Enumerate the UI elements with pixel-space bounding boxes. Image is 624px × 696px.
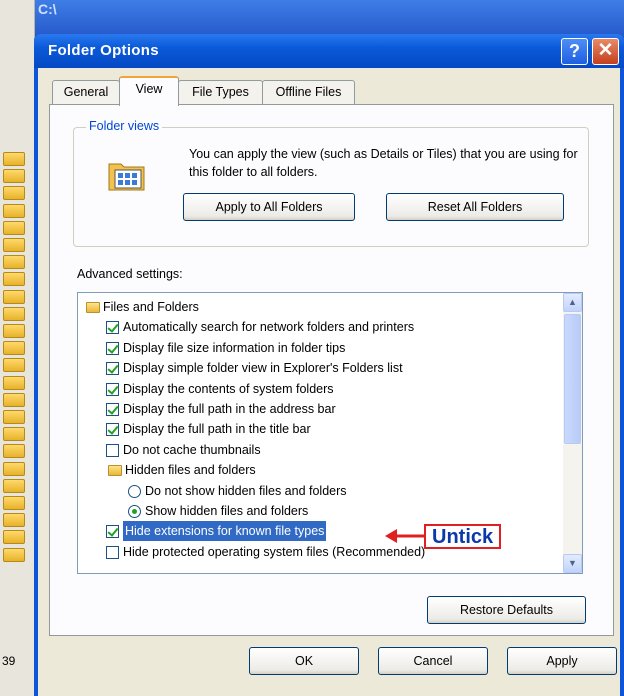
- help-button[interactable]: ?: [561, 38, 588, 65]
- radio-button[interactable]: [128, 505, 141, 518]
- checkbox[interactable]: [106, 362, 119, 376]
- background-folder-icon: [3, 238, 25, 252]
- list-item-label: Hide protected operating system files (R…: [123, 544, 426, 559]
- checkbox[interactable]: [106, 321, 119, 335]
- background-folder-icon: [3, 392, 25, 407]
- tab-view[interactable]: View: [119, 76, 179, 106]
- checkbox[interactable]: [106, 545, 119, 559]
- background-folder-icon: [3, 272, 25, 287]
- background-status-number: 39: [2, 654, 16, 668]
- list-item-label: Display file size information in folder …: [123, 340, 346, 355]
- background-folder-icon: [3, 427, 25, 442]
- background-folder-icon: [3, 324, 25, 338]
- background-window-title: C:\: [38, 1, 57, 17]
- folder-icon: [86, 302, 100, 313]
- cancel-button[interactable]: Cancel: [378, 647, 488, 675]
- tab-file-types[interactable]: File Types: [178, 80, 263, 104]
- apply-to-all-folders-button[interactable]: Apply to All Folders: [183, 193, 355, 221]
- radio-button[interactable]: [128, 484, 141, 498]
- checkbox[interactable]: [106, 341, 119, 355]
- background-folder-icon: [3, 289, 25, 304]
- list-item-label: Display simple folder view in Explorer's…: [123, 361, 403, 376]
- background-folder-icon: [3, 478, 25, 493]
- background-folder-icon: [3, 410, 25, 424]
- list-item-label: Do not cache thumbnails: [123, 442, 261, 457]
- background-folder-icon: [3, 169, 25, 184]
- list-item-label: Hide extensions for known file types: [123, 521, 327, 542]
- background-folder-icon: [3, 220, 25, 235]
- reset-all-folders-button[interactable]: Reset All Folders: [386, 193, 564, 221]
- background-folder-icon: [3, 513, 25, 528]
- checkbox[interactable]: [106, 443, 119, 457]
- background-folder-icon: [3, 496, 25, 510]
- tab-general[interactable]: General: [52, 80, 120, 104]
- list-item-label: Display the full path in the address bar: [123, 402, 336, 416]
- background-folder-icon: [3, 461, 25, 476]
- scrollbar-thumb[interactable]: [564, 314, 581, 444]
- scroll-down-icon[interactable]: ▼: [563, 554, 582, 573]
- checkbox[interactable]: [106, 525, 119, 539]
- background-folder-icon: [3, 186, 25, 201]
- annotation-untick-label: Untick: [424, 524, 502, 549]
- list-item-label: Do not show hidden files and folders: [145, 483, 347, 498]
- list-item-label: Display the full path in the title bar: [123, 422, 311, 437]
- advanced-settings-list[interactable]: Files and Folders Automatically search fo…: [77, 292, 583, 574]
- ok-button[interactable]: OK: [249, 647, 359, 675]
- list-item-label: Hidden files and folders: [125, 463, 256, 478]
- folder-icon: [108, 465, 122, 477]
- close-button[interactable]: ✕: [592, 38, 619, 65]
- restore-defaults-button[interactable]: Restore Defaults: [427, 596, 586, 624]
- dialog-title: Folder Options: [48, 42, 159, 59]
- checkbox[interactable]: [106, 382, 119, 396]
- scroll-up-icon[interactable]: ▲: [563, 293, 582, 312]
- background-folder-icon: [3, 547, 25, 562]
- annotation-arrow-icon: [385, 529, 426, 543]
- list-item-label: Automatically search for network folders…: [123, 320, 415, 335]
- advanced-settings-label: Advanced settings:: [77, 267, 183, 281]
- list-item-label: Display the contents of system folders: [123, 381, 334, 396]
- list-item-label: Show hidden files and folders: [145, 504, 309, 518]
- background-folder-icon: [3, 306, 25, 321]
- background-folder-icon: [3, 358, 25, 373]
- folder-views-icon: [108, 163, 145, 191]
- background-folder-icon: [3, 203, 25, 218]
- background-folder-icon: [3, 341, 25, 356]
- tab-offline-files[interactable]: Offline Files: [262, 80, 355, 104]
- checkbox[interactable]: [106, 423, 119, 437]
- background-folder-icon: [3, 152, 25, 166]
- background-folder-icon: [3, 255, 25, 270]
- folder-views-legend: Folder views: [86, 119, 163, 133]
- background-folder-icon: [3, 375, 25, 390]
- apply-button[interactable]: Apply: [507, 647, 617, 675]
- background-folder-icon: [3, 444, 25, 459]
- checkbox[interactable]: [106, 403, 119, 416]
- list-item-label: Files and Folders: [103, 300, 199, 314]
- folder-views-description: You can apply the view (such as Details …: [189, 147, 578, 179]
- background-folder-icon: [3, 530, 25, 545]
- background-folder-pane: [0, 0, 35, 696]
